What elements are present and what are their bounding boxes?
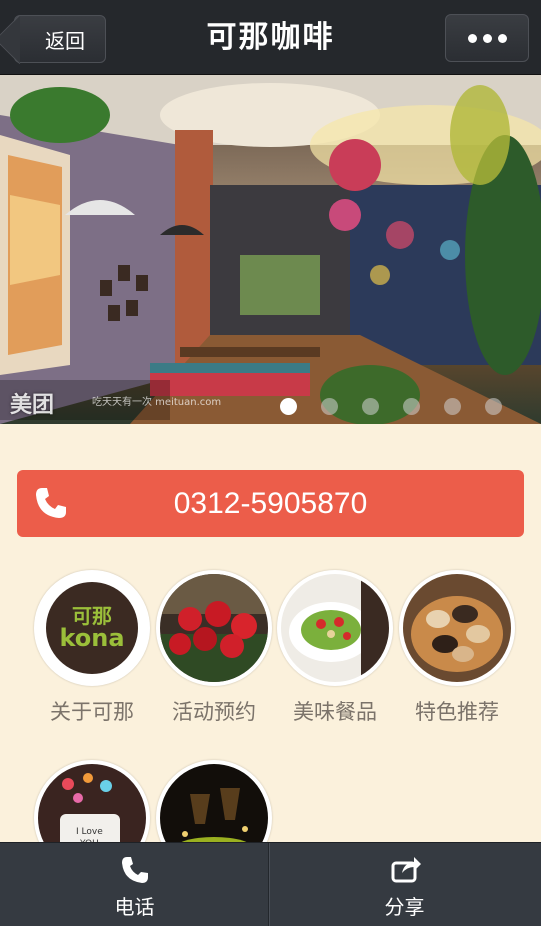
more-dots-icon-dot (482, 33, 492, 43)
banner-carousel[interactable]: 美团 吃天天有一次 meituan.com (0, 75, 541, 424)
carousel-dot[interactable] (485, 398, 502, 415)
about-thumbnail: 可那 kona (34, 570, 150, 686)
top-nav-bar: 返回 可那咖啡 (0, 0, 541, 75)
back-button[interactable]: 返回 (14, 15, 106, 63)
dish-thumbnail (277, 570, 393, 686)
more-options-button[interactable] (445, 14, 529, 62)
share-icon (391, 857, 421, 883)
phone-icon (122, 857, 148, 883)
svg-text:I Love: I Love (76, 827, 103, 837)
menu-item-label: 特色推荐 (415, 700, 499, 724)
share-label: 分享 (384, 895, 425, 919)
share-button[interactable]: 分享 (270, 843, 539, 926)
menu-item-events[interactable]: 活动预约 (155, 570, 273, 726)
call-label: 电话 (114, 895, 155, 919)
more-dots-icon-dot (497, 33, 507, 43)
menu-item-label: 美味餐品 (293, 700, 377, 724)
menu-item-label: 关于可那 (50, 700, 134, 724)
call-button[interactable]: 电话 (0, 843, 269, 926)
carousel-dot[interactable] (444, 398, 461, 415)
menu-item-food[interactable]: 美味餐品 (276, 570, 394, 726)
carousel-dot[interactable] (403, 398, 420, 415)
roses-thumbnail (156, 570, 272, 686)
back-label: 返回 (45, 28, 85, 53)
banner-image (0, 75, 541, 424)
roses-image (160, 574, 268, 682)
menu-item-label: 活动预约 (172, 700, 256, 724)
carousel-indicator (280, 398, 502, 415)
pasta-thumbnail (399, 570, 515, 686)
menu-item-about[interactable]: 可那 kona 关于可那 (33, 570, 151, 726)
carousel-dot[interactable] (321, 398, 338, 415)
pasta-image (411, 596, 503, 672)
kona-logo-bottom: kona (59, 624, 125, 652)
carousel-dot[interactable] (280, 398, 297, 415)
watermark-logo: 美团 (10, 393, 55, 418)
dish-image (289, 574, 389, 682)
phone-number: 0312-5905870 (173, 487, 368, 520)
bottom-action-bar: 电话 分享 (0, 842, 541, 926)
menu-item-featured[interactable]: 特色推荐 (398, 570, 516, 726)
watermark-text: 吃天天有一次 meituan.com (92, 397, 222, 408)
more-dots-icon (467, 33, 477, 43)
carousel-dot[interactable] (362, 398, 379, 415)
page-title: 可那咖啡 (206, 20, 335, 55)
call-phone-button[interactable]: 0312-5905870 (17, 470, 524, 537)
